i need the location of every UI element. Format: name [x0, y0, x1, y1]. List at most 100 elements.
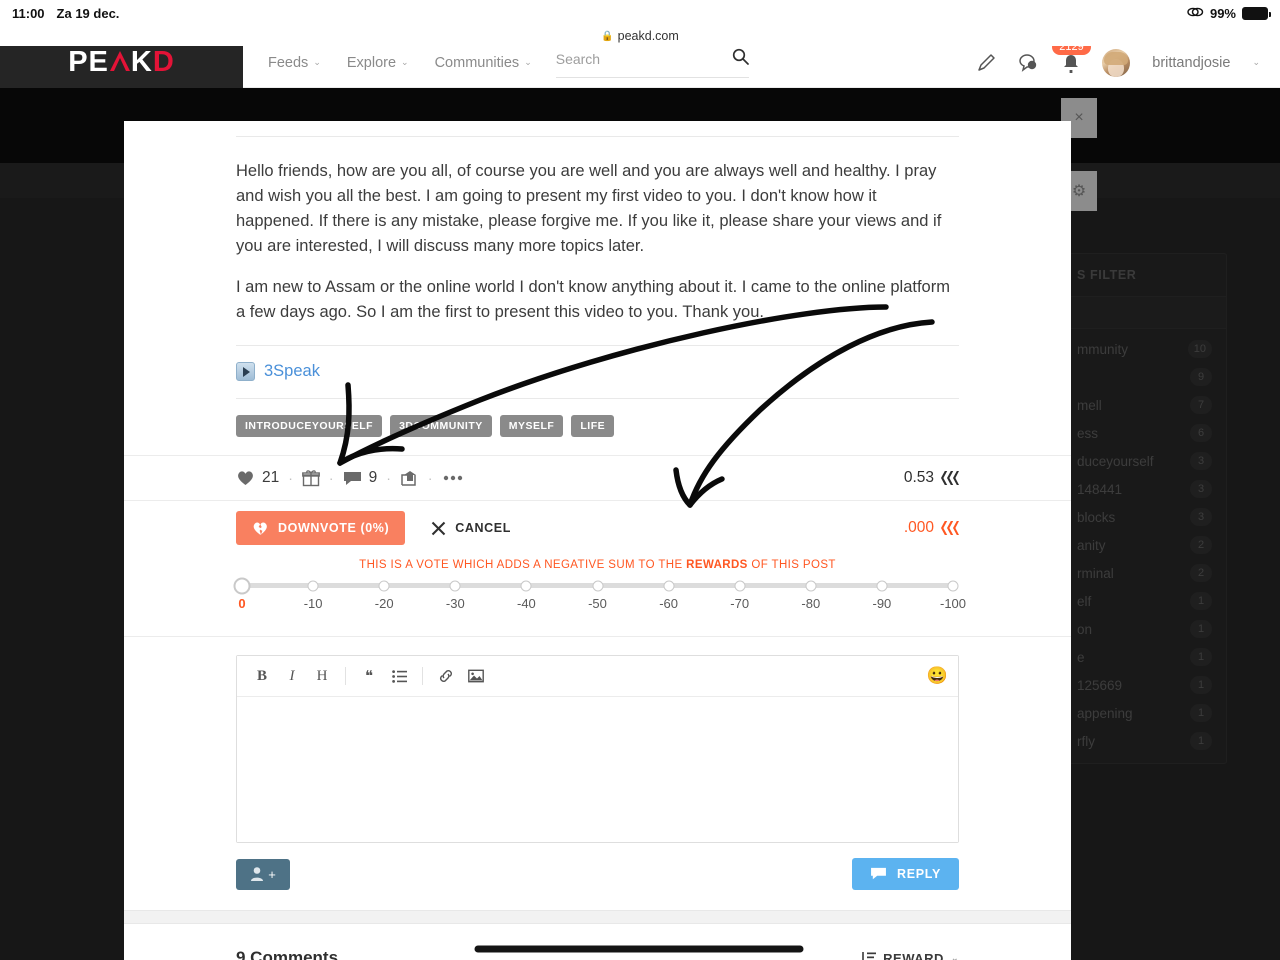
tag-3dcommunity[interactable]: 3DCOMMUNITY	[390, 415, 492, 438]
downvote-note: THIS IS A VOTE WHICH ADDS A NEGATIVE SUM…	[124, 555, 1071, 571]
tick-label: -50	[588, 596, 607, 612]
downvote-bar: DOWNVOTE (0%) CANCEL .000	[124, 500, 1071, 555]
battery-icon	[1242, 6, 1271, 20]
heart-icon	[238, 471, 253, 486]
note-post: OF THIS POST	[747, 559, 836, 572]
comment-editor[interactable]: B I H ❝ 😀	[236, 655, 959, 844]
tick-label: -80	[801, 596, 821, 612]
editor-footer: + REPLY	[236, 858, 959, 891]
chevron-down-icon: ⌄	[401, 57, 409, 67]
peakd-app: S FILTER mmunity 10 9 mell 7 ess 6 duceyour…	[0, 37, 1280, 960]
status-bar: 11:00 Za 19 dec. 99%	[0, 0, 1280, 26]
tag-introduceyourself[interactable]: INTRODUCEYOURSELF	[236, 415, 383, 438]
post-body: Hello friends, how are you all, of cours…	[124, 137, 1071, 325]
slider-notch-20[interactable]	[378, 580, 390, 592]
screen: 11:00 Za 19 dec. 99% 🔒 peakd.com S FILTE…	[0, 0, 1280, 960]
downvote-slider[interactable]: 0 -10 -20 -30 -40 -50 -60 -70 -80 -90 -1…	[124, 571, 1071, 636]
share-icon	[401, 471, 416, 487]
gift-icon	[302, 470, 320, 487]
slider-notch-90[interactable]	[876, 580, 888, 592]
italic-icon[interactable]: I	[277, 663, 307, 689]
reply-button[interactable]: REPLY	[851, 858, 959, 891]
more-options-button[interactable]	[442, 474, 464, 482]
play-icon	[236, 362, 255, 382]
nav-right-actions: 2129 brittandjosie ⌄	[976, 38, 1260, 77]
share-button[interactable]	[400, 469, 419, 487]
slider-notch-0[interactable]	[233, 577, 251, 595]
bell-icon[interactable]: 2129	[1052, 38, 1091, 73]
nav-item-feeds[interactable]: Feeds ⌄	[268, 55, 321, 71]
list-icon[interactable]	[384, 663, 414, 689]
slider-notch-40[interactable]	[520, 580, 532, 592]
gift-button[interactable]	[302, 469, 320, 487]
comment-textarea[interactable]	[237, 697, 958, 843]
slider-notch-70[interactable]	[734, 580, 746, 592]
search-box[interactable]	[555, 48, 749, 78]
comments-header: 9 Comments REWARD ⌄	[124, 924, 1071, 960]
separator: ·	[328, 470, 334, 487]
tick-label: -100	[939, 596, 967, 612]
link-icon[interactable]	[431, 663, 461, 689]
browser-url-bar[interactable]: 🔒 peakd.com	[0, 26, 1280, 46]
chevron-down-icon: ⌄	[950, 952, 959, 960]
search-input[interactable]	[555, 50, 696, 67]
comment-count: 9	[368, 469, 378, 487]
add-user-plus: +	[268, 866, 276, 882]
chat-bubble-icon[interactable]	[1018, 53, 1040, 73]
nav-label: Communities	[434, 54, 520, 71]
search-icon[interactable]	[732, 48, 749, 70]
cancel-label: CANCEL	[455, 521, 511, 536]
slider-notch-30[interactable]	[449, 580, 461, 592]
avatar[interactable]	[1102, 48, 1131, 77]
pending-payout-value: .000	[903, 519, 934, 537]
upvote-button[interactable]: 21	[236, 469, 279, 487]
cancel-button[interactable]: CANCEL	[417, 512, 525, 545]
sort-label: REWARD	[883, 950, 944, 960]
status-time: 11:00	[12, 5, 45, 21]
slider-notch-100[interactable]	[947, 580, 959, 592]
tick-label: -60	[659, 596, 678, 612]
divider	[345, 667, 346, 686]
slider-notch-10[interactable]	[307, 580, 319, 592]
nav-label: Feeds	[268, 54, 309, 71]
logo-text-k: K	[130, 46, 153, 78]
logo-text-d: D	[152, 46, 175, 78]
separator: ·	[288, 470, 293, 487]
post-source[interactable]: 3Speak	[124, 346, 1071, 382]
heading-icon[interactable]: H	[307, 663, 337, 689]
sort-button[interactable]: REWARD ⌄	[860, 951, 959, 960]
image-icon[interactable]	[461, 663, 491, 689]
nav-item-explore[interactable]: Explore ⌄	[347, 55, 409, 71]
source-label[interactable]: 3Speak	[264, 362, 320, 381]
chevron-down-icon: ⌄	[524, 57, 532, 67]
slider-track[interactable]	[233, 577, 959, 595]
quote-icon[interactable]: ❝	[354, 663, 384, 689]
tag-myself[interactable]: MYSELF	[499, 415, 564, 438]
tick-label: -70	[730, 596, 750, 612]
nav-label: Explore	[346, 54, 397, 71]
pending-payout[interactable]: .000	[904, 519, 959, 537]
post-modal: Hello friends, how are you all, of cours…	[124, 121, 1071, 960]
comments-button[interactable]: 9	[343, 469, 378, 487]
add-user-button[interactable]: +	[236, 858, 290, 890]
username-label[interactable]: brittandjosie	[1152, 55, 1230, 71]
link-icon	[1187, 6, 1204, 21]
comment-icon	[343, 472, 361, 486]
emoji-icon[interactable]: 😀	[927, 666, 948, 686]
slider-notch-80[interactable]	[805, 580, 817, 592]
nav-item-communities[interactable]: Communities ⌄	[435, 55, 532, 71]
downvote-button[interactable]: DOWNVOTE (0%)	[236, 511, 406, 546]
slider-notch-50[interactable]	[592, 580, 603, 592]
tick-label: -10	[303, 596, 323, 612]
bold-icon[interactable]: B	[247, 663, 277, 689]
slider-notch-60[interactable]	[663, 580, 675, 592]
note-pre: THIS IS A VOTE WHICH ADDS A NEGATIVE SUM…	[359, 559, 687, 572]
tick-label: -90	[872, 596, 892, 612]
section-divider	[124, 910, 1071, 925]
chevron-down-icon[interactable]: ⌄	[1252, 57, 1260, 68]
vote-count: 21	[262, 469, 280, 487]
pencil-icon[interactable]	[976, 53, 996, 73]
more-horizontal-icon	[443, 476, 462, 481]
post-payout[interactable]: 0.53	[904, 469, 959, 487]
tag-life[interactable]: LIFE	[571, 415, 615, 438]
